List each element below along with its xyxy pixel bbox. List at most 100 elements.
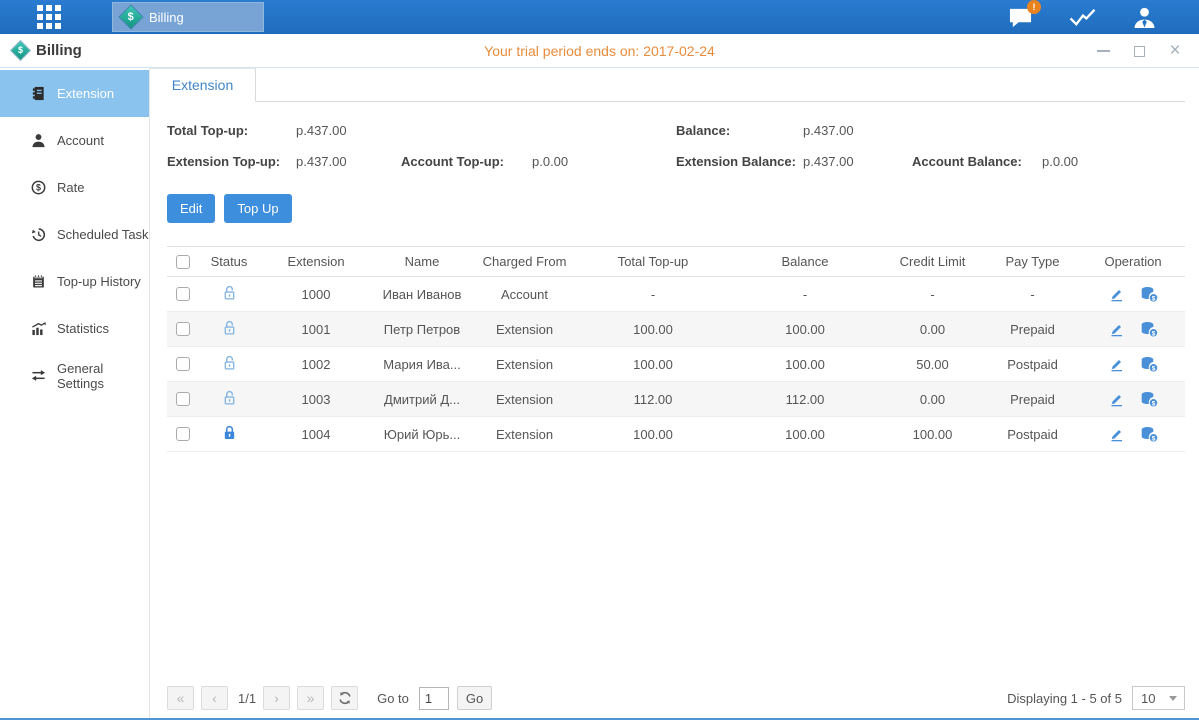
edit-button[interactable]: Edit <box>167 194 215 223</box>
extension-balance-label: Extension Balance: <box>676 154 803 169</box>
top-up-row-icon[interactable]: $ <box>1140 356 1159 373</box>
table-row: 1004 Юрий Юрь... Extension 100.00 100.00… <box>167 417 1185 452</box>
row-checkbox[interactable] <box>176 427 190 441</box>
notification-badge: ! <box>1027 0 1041 14</box>
account-topup-value: p.0.00 <box>532 154 568 169</box>
billing-app-window: $ Billing ! $ Billing Yo <box>0 0 1199 720</box>
col-pay-type: Pay Type <box>984 247 1081 277</box>
col-operation: Operation <box>1081 247 1185 277</box>
top-up-row-icon[interactable]: $ <box>1140 286 1159 303</box>
account-balance-value: p.0.00 <box>1042 154 1078 169</box>
svg-text:$: $ <box>1151 365 1155 372</box>
total-topup-value: p.437.00 <box>296 123 347 138</box>
exchange-arrows-icon <box>31 368 46 383</box>
status-unlocked-icon[interactable] <box>222 389 237 406</box>
sidebar-item-rate[interactable]: $ Rate <box>0 164 149 211</box>
goto-page-input[interactable] <box>419 687 449 710</box>
main-content: Extension Total Top-up: p.437.00 Extensi… <box>150 68 1199 718</box>
edit-row-icon[interactable] <box>1108 356 1125 373</box>
refresh-button[interactable] <box>331 686 358 710</box>
prev-page-button[interactable]: ‹ <box>201 686 228 710</box>
row-checkbox[interactable] <box>176 287 190 301</box>
sidebar-item-label: Account <box>57 133 104 148</box>
row-checkbox[interactable] <box>176 357 190 371</box>
col-status: Status <box>198 247 260 277</box>
extension-book-icon <box>31 86 46 101</box>
sidebar-item-account[interactable]: Account <box>0 117 149 164</box>
col-name: Name <box>372 247 472 277</box>
top-up-button[interactable]: Top Up <box>224 194 291 223</box>
tab-bar: Extension <box>150 68 1185 102</box>
page-size-select[interactable]: 10 <box>1132 686 1185 710</box>
last-page-button[interactable]: » <box>297 686 324 710</box>
close-button[interactable]: × <box>1167 43 1183 59</box>
minimize-button[interactable] <box>1095 43 1111 59</box>
tab-extension[interactable]: Extension <box>150 68 256 102</box>
window-titlebar: $ Billing Your trial period ends on: 201… <box>0 34 1199 68</box>
messages-icon[interactable]: ! <box>1007 6 1034 29</box>
select-all-checkbox[interactable] <box>176 255 190 269</box>
user-account-icon[interactable] <box>1132 6 1157 29</box>
page-indicator: 1/1 <box>238 691 256 706</box>
table-row: 1000 Иван Иванов Account - - - - $ <box>167 277 1185 312</box>
extension-topup-label: Extension Top-up: <box>167 154 296 169</box>
notepad-icon <box>31 274 46 289</box>
summary-panel: Total Top-up: p.437.00 Extension Top-up:… <box>150 115 1185 177</box>
edit-row-icon[interactable] <box>1108 391 1125 408</box>
taskbar-tab-billing[interactable]: $ Billing <box>112 2 264 32</box>
row-checkbox[interactable] <box>176 322 190 336</box>
go-button[interactable]: Go <box>457 686 492 710</box>
balance-value: p.437.00 <box>803 123 854 138</box>
extensions-table: Status Extension Name Charged From Total… <box>167 246 1185 452</box>
status-unlocked-icon[interactable] <box>222 354 237 371</box>
status-unlocked-icon[interactable] <box>222 319 237 336</box>
displaying-text: Displaying 1 - 5 of 5 <box>1007 691 1122 706</box>
pagination-bar: « ‹ 1/1 › » Go to Go Displaying <box>167 685 1185 711</box>
next-page-button[interactable]: › <box>263 686 290 710</box>
table-row: 1001 Петр Петров Extension 100.00 100.00… <box>167 312 1185 347</box>
top-up-row-icon[interactable]: $ <box>1140 391 1159 408</box>
top-shell-bar: $ Billing ! <box>0 0 1199 34</box>
edit-row-icon[interactable] <box>1108 321 1125 338</box>
sidebar-item-label: Statistics <box>57 321 109 336</box>
svg-text:$: $ <box>1151 295 1155 302</box>
bar-chart-icon <box>31 321 46 336</box>
goto-label: Go to <box>377 691 409 706</box>
first-page-button[interactable]: « <box>167 686 194 710</box>
maximize-button[interactable] <box>1131 43 1147 59</box>
trial-notice: Your trial period ends on: 2017-02-24 <box>0 43 1199 59</box>
sidebar-item-statistics[interactable]: Statistics <box>0 305 149 352</box>
col-charged-from: Charged From <box>472 247 577 277</box>
top-up-row-icon[interactable]: $ <box>1140 426 1159 443</box>
sidebar-item-label: General Settings <box>57 361 149 391</box>
sidebar-item-scheduled-task[interactable]: Scheduled Task <box>0 211 149 258</box>
top-up-row-icon[interactable]: $ <box>1140 321 1159 338</box>
status-locked-icon[interactable] <box>222 424 237 441</box>
statistics-chart-icon[interactable] <box>1068 6 1098 29</box>
table-row: 1003 Дмитрий Д... Extension 112.00 112.0… <box>167 382 1185 417</box>
edit-row-icon[interactable] <box>1108 286 1125 303</box>
sidebar-item-extension[interactable]: Extension <box>0 70 149 117</box>
col-extension: Extension <box>260 247 372 277</box>
table-row: 1002 Мария Ива... Extension 100.00 100.0… <box>167 347 1185 382</box>
svg-text:$: $ <box>1151 400 1155 407</box>
edit-row-icon[interactable] <box>1108 426 1125 443</box>
sidebar-item-label: Rate <box>57 180 84 195</box>
sidebar: Extension Account $ Rate <box>0 68 150 718</box>
sidebar-item-topup-history[interactable]: Top-up History <box>0 258 149 305</box>
billing-app-icon: $ <box>120 6 143 29</box>
window-title: $ Billing <box>14 42 82 59</box>
sidebar-item-general-settings[interactable]: General Settings <box>0 352 149 399</box>
status-unlocked-icon[interactable] <box>222 284 237 301</box>
row-checkbox[interactable] <box>176 392 190 406</box>
app-launcher-icon[interactable] <box>37 5 61 29</box>
clock-icon <box>31 227 46 242</box>
balance-label: Balance: <box>676 123 803 138</box>
col-credit-limit: Credit Limit <box>881 247 984 277</box>
chevron-down-icon <box>1169 696 1177 701</box>
dollar-circle-icon: $ <box>31 180 46 195</box>
sidebar-item-label: Top-up History <box>57 274 141 289</box>
person-icon <box>31 133 46 148</box>
svg-text:$: $ <box>36 183 41 193</box>
extension-topup-value: p.437.00 <box>296 154 401 169</box>
